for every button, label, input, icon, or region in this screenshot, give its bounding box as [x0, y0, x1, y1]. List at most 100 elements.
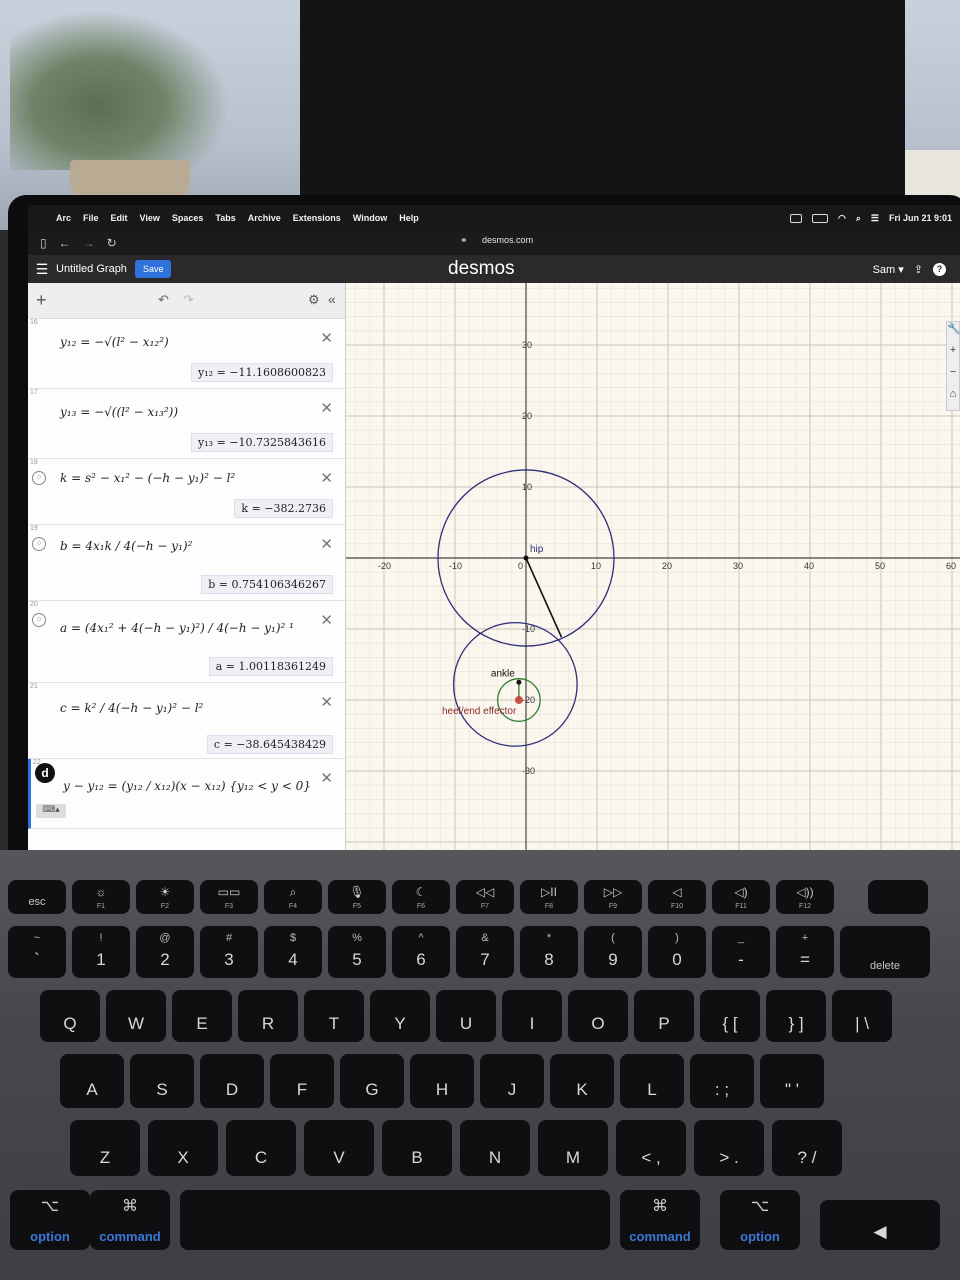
- menu-item-help[interactable]: Help: [399, 213, 419, 223]
- function-key[interactable]: esc: [8, 880, 66, 914]
- modifier-key[interactable]: ⌘ command: [620, 1190, 700, 1250]
- number-key[interactable]: #3: [200, 926, 258, 978]
- delete-expression-icon[interactable]: ✕: [320, 611, 333, 629]
- save-button[interactable]: Save: [134, 260, 172, 278]
- letter-key[interactable]: B: [382, 1120, 452, 1176]
- letter-key[interactable]: E: [172, 990, 232, 1042]
- letter-key[interactable]: C: [226, 1120, 296, 1176]
- function-key[interactable]: ⌕ F4: [264, 880, 322, 914]
- number-key[interactable]: % 5: [328, 926, 386, 978]
- function-key[interactable]: ▷▷ F9: [584, 880, 642, 914]
- forward-icon[interactable]: →: [83, 236, 95, 250]
- function-key[interactable]: ▷II F8: [520, 880, 578, 914]
- url-bar[interactable]: ⚭ desmos.com: [448, 235, 533, 246]
- help-icon[interactable]: ?: [933, 263, 946, 276]
- letter-key[interactable]: " ': [760, 1054, 824, 1108]
- number-key[interactable]: & 7: [456, 926, 514, 978]
- function-key[interactable]: ☾ F6: [392, 880, 450, 914]
- collapse-panel-icon[interactable]: «: [328, 291, 336, 307]
- number-key[interactable]: (9: [584, 926, 642, 978]
- expression-row[interactable]: 20 ○ a = (4x₁² + 4(−h − y₁)²) / 4(−h − y…: [28, 601, 345, 683]
- menu-item-extensions[interactable]: Extensions: [293, 213, 341, 223]
- number-key[interactable]: $4: [264, 926, 322, 978]
- letter-key[interactable]: } ]: [766, 990, 826, 1042]
- function-key[interactable]: ◁ F10: [648, 880, 706, 914]
- expression-row-active[interactable]: 22 d y − y₁₂ = (y₁₂ / x₁₂)(x − x₁₂) {y₁₂…: [28, 759, 345, 829]
- delete-expression-icon[interactable]: ✕: [320, 693, 333, 711]
- zoom-out-icon[interactable]: −: [947, 366, 959, 388]
- menu-item-edit[interactable]: Edit: [111, 213, 128, 223]
- home-icon[interactable]: ⌂: [947, 388, 959, 410]
- graph-title[interactable]: Untitled Graph: [56, 263, 127, 275]
- letter-key[interactable]: > .: [694, 1120, 764, 1176]
- number-key[interactable]: ) 0: [648, 926, 706, 978]
- graph-svg[interactable]: -20 -10 0 10 20 30 40 50 60302010-10-20-30hipank…: [346, 283, 960, 850]
- share-icon[interactable]: ⇪: [914, 263, 923, 276]
- letter-key[interactable]: L: [620, 1054, 684, 1108]
- number-key[interactable]: _ -: [712, 926, 770, 978]
- letter-key[interactable]: J: [480, 1054, 544, 1108]
- modifier-key[interactable]: ⌘ command: [90, 1190, 170, 1250]
- wrench-icon[interactable]: 🔧: [947, 322, 960, 344]
- letter-key[interactable]: Z: [70, 1120, 140, 1176]
- modifier-key[interactable]: ⌥ option: [720, 1190, 800, 1250]
- letter-key[interactable]: | \: [832, 990, 892, 1042]
- expression-formula[interactable]: k = s² − x₁² − (−h − y₁)² − l²: [60, 471, 235, 485]
- expression-row[interactable]: 17 y₁₃ = −√((l² − x₁₃²)) ✕ y₁₃ = −10.732…: [28, 389, 345, 459]
- battery-icon[interactable]: [811, 213, 828, 223]
- delete-expression-icon[interactable]: ✕: [320, 399, 333, 417]
- function-key[interactable]: ◁)) F12: [776, 880, 834, 914]
- hidden-expression-icon[interactable]: ○: [32, 471, 46, 485]
- letter-key[interactable]: D: [200, 1054, 264, 1108]
- letter-key[interactable]: M: [538, 1120, 608, 1176]
- expression-row[interactable]: 19 ○ b = 4x₁k / 4(−h − y₁)² ✕ b = 0.7541…: [28, 525, 345, 601]
- search-icon[interactable]: ⌕: [856, 213, 861, 224]
- letter-key[interactable]: K: [550, 1054, 614, 1108]
- letter-key[interactable]: : ;: [690, 1054, 754, 1108]
- expression-formula[interactable]: b = 4x₁k / 4(−h − y₁)²: [60, 539, 192, 553]
- expression-row[interactable]: 16 y₁₂ = −√(l² − x₁₂²) ✕ y₁₂ = −11.16086…: [28, 319, 345, 389]
- sidebar-toggle-icon[interactable]: ▯: [40, 236, 47, 250]
- letter-key[interactable]: O: [568, 990, 628, 1042]
- number-key[interactable]: ! 1: [72, 926, 130, 978]
- letter-key[interactable]: A: [60, 1054, 124, 1108]
- delete-expression-icon[interactable]: ✕: [320, 769, 333, 787]
- letter-key[interactable]: R: [238, 990, 298, 1042]
- letter-key[interactable]: V: [304, 1120, 374, 1176]
- letter-key[interactable]: { [: [700, 990, 760, 1042]
- letter-key[interactable]: X: [148, 1120, 218, 1176]
- undo-icon[interactable]: ↶: [158, 292, 169, 308]
- number-key[interactable]: + =: [776, 926, 834, 978]
- letter-key[interactable]: T: [304, 990, 364, 1042]
- letter-key[interactable]: H: [410, 1054, 474, 1108]
- redo-icon[interactable]: ↷: [183, 292, 194, 308]
- add-expression-icon[interactable]: +: [36, 290, 47, 311]
- back-icon[interactable]: ←: [59, 236, 71, 250]
- expression-formula[interactable]: y₁₂ = −√(l² − x₁₂²): [60, 335, 169, 349]
- modifier-key[interactable]: ⌥ option: [10, 1190, 90, 1250]
- function-key[interactable]: 🎙 F5: [328, 880, 386, 914]
- number-key[interactable]: ~ `: [8, 926, 66, 978]
- wifi-icon[interactable]: ◠: [838, 213, 846, 224]
- function-key[interactable]: ◁) F11: [712, 880, 770, 914]
- menu-item-view[interactable]: View: [140, 213, 160, 223]
- expression-formula[interactable]: a = (4x₁² + 4(−h − y₁)²) / 4(−h − y₁)² ¹: [60, 621, 294, 635]
- function-key[interactable]: ▭▭ F3: [200, 880, 258, 914]
- number-key[interactable]: @2: [136, 926, 194, 978]
- letter-key[interactable]: I: [502, 990, 562, 1042]
- zoom-in-icon[interactable]: +: [947, 344, 959, 366]
- delete-expression-icon[interactable]: ✕: [320, 329, 333, 347]
- delete-expression-icon[interactable]: ✕: [320, 469, 333, 487]
- space-bar[interactable]: [180, 1190, 610, 1250]
- touch-id-key[interactable]: [868, 880, 928, 914]
- menu-item-archive[interactable]: Archive: [248, 213, 281, 223]
- expression-row[interactable]: 21 c = k² / 4(−h − y₁)² − l² ✕ c = −38.6…: [28, 683, 345, 759]
- letter-key[interactable]: ? /: [772, 1120, 842, 1176]
- letter-key[interactable]: Q: [40, 990, 100, 1042]
- expression-formula[interactable]: c = k² / 4(−h − y₁)² − l²: [60, 701, 203, 715]
- datetime[interactable]: Fri Jun 21 9:01: [889, 213, 952, 223]
- number-key[interactable]: ^ 6: [392, 926, 450, 978]
- delete-expression-icon[interactable]: ✕: [320, 535, 333, 553]
- control-center-icon[interactable]: ☰: [871, 213, 879, 224]
- function-key[interactable]: ◁◁ F7: [456, 880, 514, 914]
